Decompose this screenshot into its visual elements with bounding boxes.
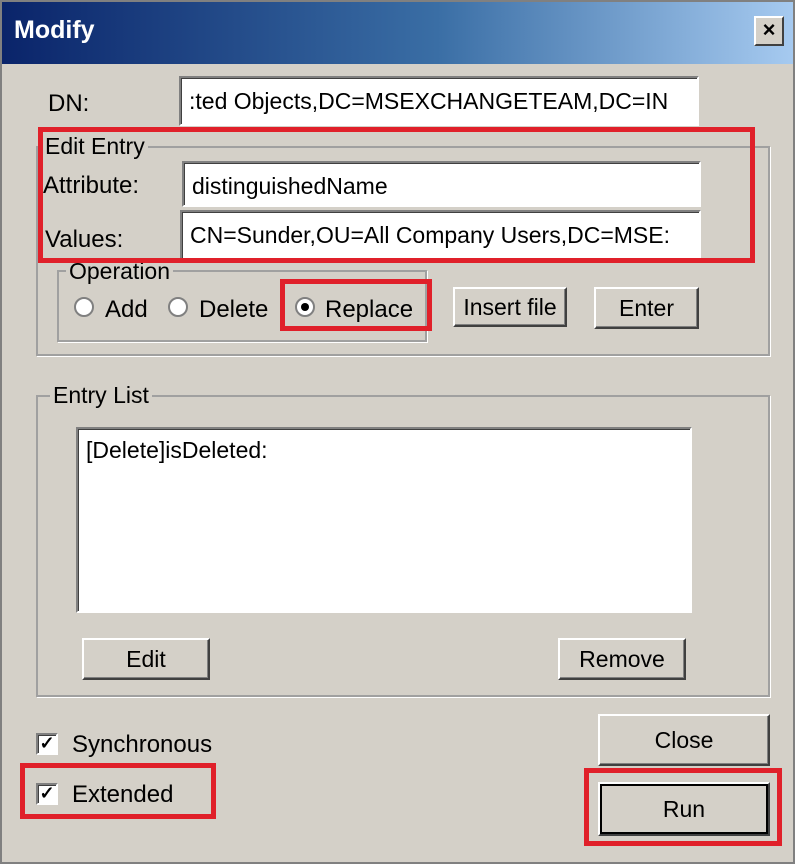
- radio-replace[interactable]: [295, 297, 315, 317]
- radio-add-label: Add: [105, 296, 148, 323]
- enter-button[interactable]: Enter: [594, 287, 699, 329]
- synchronous-label: Synchronous: [72, 731, 213, 758]
- window-title: Modify: [14, 16, 95, 44]
- close-button[interactable]: Close: [598, 714, 770, 766]
- dn-field[interactable]: :ted Objects,DC=MSEXCHANGETEAM,DC=IN: [179, 76, 699, 126]
- extended-label: Extended: [72, 781, 174, 808]
- list-item[interactable]: [Delete]isDeleted:: [86, 437, 268, 464]
- check-icon: ✓: [39, 733, 55, 753]
- values-label: Values:: [45, 226, 124, 253]
- attribute-label: Attribute:: [43, 172, 140, 199]
- modify-dialog: Modify × DN: :ted Objects,DC=MSEXCHANGET…: [0, 0, 795, 864]
- values-field[interactable]: CN=Sunder,OU=All Company Users,DC=MSE:: [180, 210, 701, 260]
- radio-selected-dot: [301, 303, 309, 311]
- title-bar[interactable]: Modify ×: [2, 2, 793, 64]
- close-window-button[interactable]: ×: [754, 16, 784, 46]
- radio-replace-label: Replace: [325, 296, 414, 323]
- synchronous-checkbox[interactable]: ✓: [36, 733, 58, 755]
- dn-label: DN:: [48, 90, 90, 117]
- operation-legend: Operation: [66, 258, 174, 285]
- edit-entry-legend: Edit Entry: [42, 133, 148, 160]
- edit-button[interactable]: Edit: [82, 638, 210, 680]
- entry-list-legend: Entry List: [50, 382, 152, 409]
- close-icon: ×: [762, 17, 776, 42]
- remove-button[interactable]: Remove: [558, 638, 686, 680]
- radio-add[interactable]: [74, 297, 94, 317]
- extended-checkbox[interactable]: ✓: [36, 783, 58, 805]
- radio-delete[interactable]: [168, 297, 188, 317]
- check-icon: ✓: [39, 783, 55, 803]
- entry-listbox[interactable]: [Delete]isDeleted:: [76, 427, 692, 613]
- insert-file-button[interactable]: Insert file: [453, 287, 567, 327]
- radio-delete-label: Delete: [199, 296, 269, 323]
- attribute-field[interactable]: distinguishedName: [182, 161, 701, 207]
- run-button[interactable]: Run: [598, 782, 770, 836]
